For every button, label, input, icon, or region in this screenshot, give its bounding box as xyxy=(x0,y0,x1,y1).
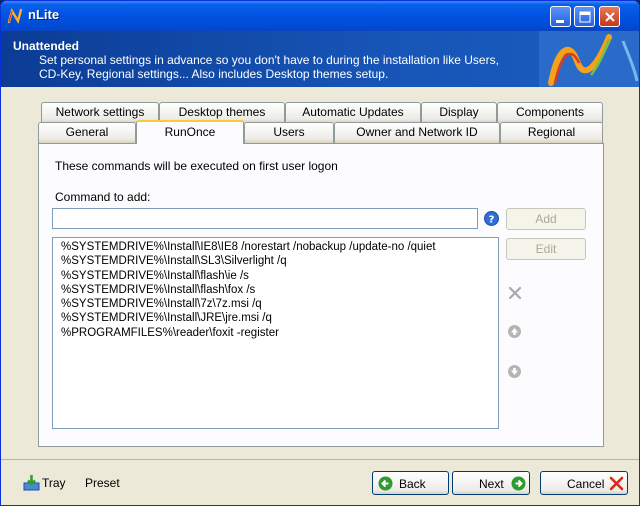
minimize-icon xyxy=(556,20,564,23)
tab-display[interactable]: Display xyxy=(421,102,497,123)
delete-command-icon[interactable] xyxy=(507,285,523,301)
minimize-button[interactable] xyxy=(550,6,571,27)
next-arrow-icon xyxy=(511,476,526,491)
back-arrow-icon xyxy=(378,476,393,491)
next-button[interactable]: Next xyxy=(452,471,530,495)
tab-users[interactable]: Users xyxy=(244,122,334,143)
list-item[interactable]: %SYSTEMDRIVE%\Install\flash\ie /s xyxy=(61,269,490,283)
maximize-button[interactable] xyxy=(574,6,595,27)
edit-command-button[interactable]: Edit xyxy=(506,238,586,260)
back-button[interactable]: Back xyxy=(372,471,449,495)
page-header-banner: Unattended Set personal settings in adva… xyxy=(1,31,639,87)
window-title: nLite xyxy=(28,7,60,22)
nlite-banner-logo-icon xyxy=(539,31,639,87)
tab-regional[interactable]: Regional xyxy=(500,122,603,143)
list-item[interactable]: %SYSTEMDRIVE%\Install\SL3\Silverlight /q xyxy=(61,254,490,268)
close-window-button[interactable] xyxy=(599,6,620,27)
list-item[interactable]: %SYSTEMDRIVE%\Install\JRE\jre.msi /q xyxy=(61,311,490,325)
move-up-icon[interactable] xyxy=(507,324,522,339)
tab-runonce[interactable]: RunOnce xyxy=(136,120,244,144)
runonce-intro-text: These commands will be executed on first… xyxy=(55,159,338,173)
footer-divider xyxy=(1,459,639,460)
nlite-logo-icon xyxy=(7,7,23,25)
tab-general[interactable]: General xyxy=(38,122,136,143)
cancel-button[interactable]: Cancel xyxy=(540,471,628,495)
maximize-icon xyxy=(579,11,591,23)
title-bar[interactable]: nLite xyxy=(1,1,639,31)
add-command-button[interactable]: Add xyxy=(506,208,586,230)
next-label: Next xyxy=(479,477,504,491)
preset-link[interactable]: Preset xyxy=(85,476,120,490)
help-icon[interactable]: ? xyxy=(484,211,499,226)
tab-owner-network-id[interactable]: Owner and Network ID xyxy=(334,122,500,143)
page-title: Unattended xyxy=(13,39,79,53)
list-item[interactable]: %SYSTEMDRIVE%\Install\flash\fox /s xyxy=(61,283,490,297)
page-description: Set personal settings in advance so you … xyxy=(39,53,499,81)
close-icon xyxy=(605,12,615,22)
command-input[interactable] xyxy=(52,208,478,229)
cancel-x-icon xyxy=(609,476,624,491)
tray-icon[interactable] xyxy=(23,474,40,491)
command-list[interactable]: %SYSTEMDRIVE%\Install\IE8\IE8 /norestart… xyxy=(52,237,499,429)
command-to-add-label: Command to add: xyxy=(55,190,151,204)
list-item[interactable]: %SYSTEMDRIVE%\Install\7z\7z.msi /q xyxy=(61,297,490,311)
tab-components[interactable]: Components xyxy=(497,102,603,123)
list-item[interactable]: %PROGRAMFILES%\reader\foxit -register xyxy=(61,326,490,340)
move-down-icon[interactable] xyxy=(507,364,522,379)
nlite-window: nLite Unattended Set personal settings i… xyxy=(0,0,640,506)
cancel-label: Cancel xyxy=(567,477,605,491)
tab-automatic-updates[interactable]: Automatic Updates xyxy=(285,102,421,123)
back-label: Back xyxy=(399,477,426,491)
svg-text:?: ? xyxy=(489,215,495,226)
list-item[interactable]: %SYSTEMDRIVE%\Install\IE8\IE8 /norestart… xyxy=(61,240,490,254)
tray-label[interactable]: Tray xyxy=(42,476,66,490)
